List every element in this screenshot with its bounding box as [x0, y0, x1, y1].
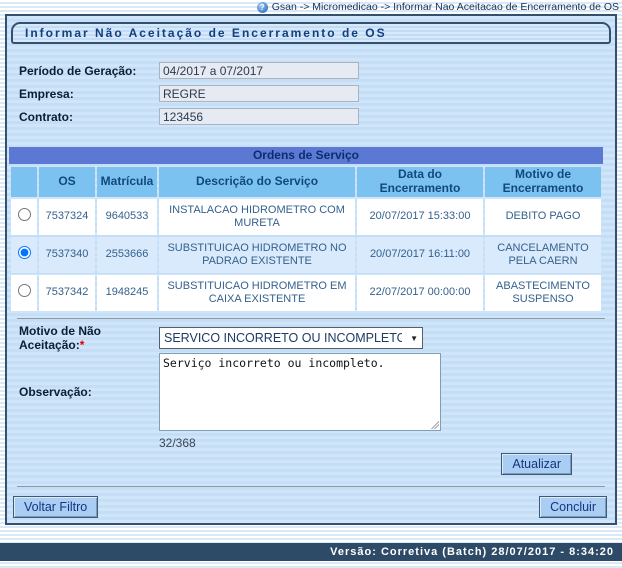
cell-matricula: 1948245 — [97, 275, 157, 311]
col-descricao: Descrição do Serviço — [159, 167, 355, 197]
help-icon[interactable]: ? — [257, 2, 268, 13]
main-panel: Informar Não Aceitação de Encerramento d… — [5, 14, 617, 525]
observacao-field: Observação: Serviço incorreto ou incompl… — [7, 353, 615, 431]
version-footer: Versão: Corretiva (Batch) 28/07/2017 - 8… — [0, 543, 622, 561]
voltar-filtro-button[interactable]: Voltar Filtro — [13, 496, 98, 518]
cell-descricao: INSTALACAO HIDROMETRO COM MURETA — [159, 199, 355, 235]
divider — [17, 486, 605, 487]
motivo-nao-aceitacao-select[interactable]: SERVICO INCORRETO OU INCOMPLETO — [159, 327, 423, 349]
contrato-label: Contrato: — [19, 110, 159, 124]
filter-summary: Período de Geração: Empresa: Contrato: — [7, 59, 615, 128]
char-counter: 32/368 — [159, 436, 615, 450]
version-text: Versão: Corretiva (Batch) 28/07/2017 - 8… — [330, 546, 614, 558]
cell-motivo: DEBITO PAGO — [485, 199, 601, 235]
divider — [17, 318, 605, 319]
orders-table-title: Ordens de Serviço — [9, 147, 603, 164]
cell-descricao: SUBSTITUICAO HIDROMETRO EM CAIXA EXISTEN… — [159, 275, 355, 311]
cell-os: 7537342 — [39, 275, 95, 311]
field-periodo-geracao: Período de Geração: — [7, 59, 615, 82]
motivo-nao-aceitacao-field: Motivo de Não Aceitação:* SERVICO INCORR… — [7, 327, 615, 349]
table-header-row: OS Matrícula Descrição do Serviço Data d… — [11, 167, 601, 197]
orders-table: Ordens de Serviço OS Matrícula Descrição… — [9, 147, 603, 313]
page: ? Gsan -> Micromedicao -> Informar Nao A… — [0, 0, 622, 568]
periodo-geracao-value — [159, 62, 359, 79]
cell-matricula: 9640533 — [97, 199, 157, 235]
cell-data: 20/07/2017 16:11:00 — [357, 237, 483, 273]
os-radio[interactable] — [18, 284, 31, 297]
field-contrato: Contrato: — [7, 105, 615, 128]
atualizar-button[interactable]: Atualizar — [501, 453, 572, 475]
observacao-label: Observação: — [19, 385, 159, 399]
concluir-button[interactable]: Concluir — [539, 496, 607, 518]
breadcrumb-text[interactable]: Gsan -> Micromedicao -> Informar Nao Ace… — [272, 1, 619, 13]
cell-os: 7537324 — [39, 199, 95, 235]
field-empresa: Empresa: — [7, 82, 615, 105]
col-data-encerramento: Data do Encerramento — [357, 167, 483, 197]
col-motivo-encerramento: Motivo de Encerramento — [485, 167, 601, 197]
cell-motivo: CANCELAMENTO PELA CAERN — [485, 237, 601, 273]
table-row: 7537324 9640533 INSTALACAO HIDROMETRO CO… — [11, 199, 601, 235]
contrato-value — [159, 108, 359, 125]
col-select — [11, 167, 37, 197]
observacao-textarea[interactable]: Serviço incorreto ou incompleto. — [159, 353, 441, 431]
cell-data: 22/07/2017 00:00:00 — [357, 275, 483, 311]
motivo-nao-aceitacao-label: Motivo de Não Aceitação:* — [19, 324, 159, 352]
empresa-label: Empresa: — [19, 87, 159, 101]
col-os: OS — [39, 167, 95, 197]
breadcrumb: ? Gsan -> Micromedicao -> Informar Nao A… — [0, 0, 622, 14]
cell-descricao: SUBSTITUICAO HIDROMETRO NO PADRAO EXISTE… — [159, 237, 355, 273]
cell-os: 7537340 — [39, 237, 95, 273]
os-radio[interactable] — [18, 208, 31, 221]
periodo-geracao-label: Período de Geração: — [19, 64, 159, 78]
cell-matricula: 2553666 — [97, 237, 157, 273]
table-row: 7537340 2553666 SUBSTITUICAO HIDROMETRO … — [11, 237, 601, 273]
cell-data: 20/07/2017 15:33:00 — [357, 199, 483, 235]
col-matricula: Matrícula — [97, 167, 157, 197]
empresa-value — [159, 85, 359, 102]
page-title: Informar Não Aceitação de Encerramento d… — [11, 22, 611, 44]
cell-motivo: ABASTECIMENTO SUSPENSO — [485, 275, 601, 311]
required-mark: * — [80, 338, 85, 352]
os-radio[interactable] — [18, 246, 31, 259]
motivo-label-text: Motivo de Não Aceitação: — [19, 324, 101, 352]
table-row: 7537342 1948245 SUBSTITUICAO HIDROMETRO … — [11, 275, 601, 311]
